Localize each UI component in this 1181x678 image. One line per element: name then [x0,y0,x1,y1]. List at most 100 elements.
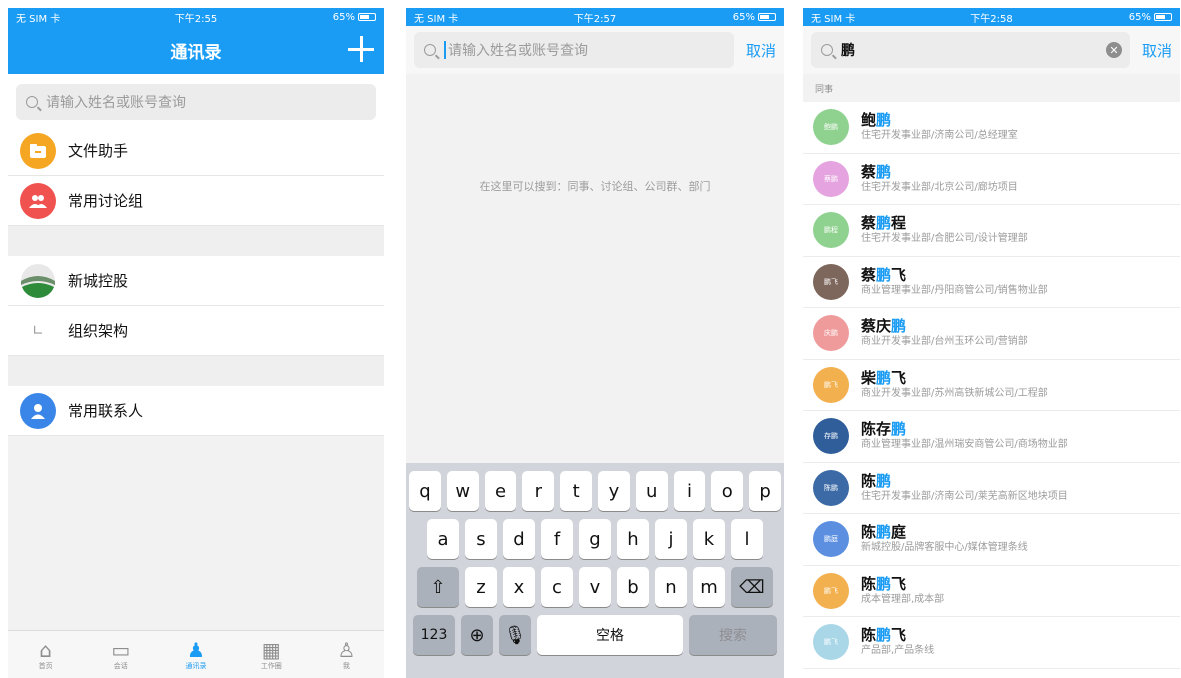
key-t[interactable]: t [560,471,592,511]
name-prefix: 蔡 [861,265,877,284]
result-row[interactable]: 庆鹏 蔡庆鹏 商业开发事业部/台州玉环公司/营销部 [803,308,1180,360]
list-item-discussion-groups[interactable]: 常用讨论组 [8,176,384,226]
time-label: 下午2:58 [970,13,1013,25]
result-row[interactable]: 陈鹏 陈鹏 住宅开发事业部/济南公司/莱芜高新区地块项目 [803,463,1180,514]
key-o[interactable]: o [711,471,744,511]
text-cursor [444,41,446,59]
key-s[interactable]: s [465,519,497,559]
result-row[interactable]: 蔡鹏 蔡鹏 住宅开发事业部/北京公司/廊坊项目 [803,154,1180,205]
result-row[interactable]: 鹏飞 陈鹏飞 成本管理部,成本部 [803,566,1180,617]
name-suffix: 飞 [891,626,907,645]
result-text: 陈鹏 住宅开发事业部/济南公司/莱芜高新区地块项目 [861,472,1068,504]
search-input[interactable]: 鹏 ✕ [811,32,1130,68]
results-screen: 无 SIM 卡 下午2:58 65% 鹏 ✕ 取消 同事 鲍鹏 鲍鹏 住宅开发事业部… [803,8,1180,678]
result-text: 蔡庆鹏 商业开发事业部/台州玉环公司/营销部 [861,317,1028,349]
key-a[interactable]: a [427,519,459,559]
key-b[interactable]: b [617,567,649,607]
results-list: 鲍鹏 鲍鹏 住宅开发事业部/济南公司/总经理室 蔡鹏 蔡鹏 住宅开发事业部/北京公司/廊坊… [803,102,1180,669]
list-item-file-helper[interactable]: 文件助手 [8,126,384,176]
result-department: 成本管理部,成本部 [861,593,945,605]
name-prefix: 陈 [861,523,877,542]
key-f[interactable]: f [541,519,573,559]
key-z[interactable]: z [465,567,497,607]
keyboard-row: asdfghjkl [406,519,784,559]
person-icon [20,392,56,429]
keyboard: qwertyuiop asdfghjkl ⇧ zxcvbnm ⌫ 123 ⊕ 🎙… [406,463,784,678]
contacts-icon: ♟ [187,637,205,662]
keyboard-letters: zxcvbnm [462,567,728,607]
tab-chat[interactable]: ▭ 会话 [83,631,158,678]
result-name: 蔡鹏程 [861,214,1028,232]
cancel-button[interactable]: 取消 [746,40,776,61]
key-h[interactable]: h [617,519,649,559]
search-screen: 无 SIM 卡 下午2:57 65% 请输入姓名或账号查询 取消 在这里可以搜到… [406,8,784,678]
avatar: 鲍鹏 [813,109,849,146]
key-r[interactable]: r [522,471,555,511]
result-department: 商业开发事业部/苏州高铁新城公司/工程部 [861,387,1048,399]
search-icon [26,96,38,108]
search-icon [424,44,436,56]
tab-me[interactable]: ♙ 我 [309,631,384,678]
key-n[interactable]: n [655,567,687,607]
status-bar: 无 SIM 卡 下午2:58 65% [803,8,1180,26]
key-p[interactable]: p [749,471,781,511]
result-row[interactable]: 存鹏 陈存鹏 商业管理事业部/温州瑞安商管公司/商场物业部 [803,411,1180,463]
result-row[interactable]: 鹏飞 陈鹏飞 产品部,产品条线 [803,617,1180,669]
tab-home[interactable]: ⌂ 首页 [8,631,83,678]
space-key[interactable]: 空格 [537,615,683,655]
result-name: 陈鹏 [861,472,1068,490]
key-j[interactable]: j [655,519,687,559]
result-row[interactable]: 鹏庭 陈鹏庭 新城控股/品牌客服中心/媒体管理条线 [803,514,1180,566]
result-name: 鲍鹏 [861,111,1018,129]
key-d[interactable]: d [503,519,535,559]
key-k[interactable]: k [693,519,725,559]
result-row[interactable]: 鹏飞 柴鹏飞 商业开发事业部/苏州高铁新城公司/工程部 [803,360,1180,411]
key-e[interactable]: e [484,471,517,511]
company-logo-icon [20,262,56,299]
backspace-icon[interactable]: ⌫ [731,567,773,607]
list-item-label: 新城控股 [68,272,129,290]
result-row[interactable]: 鲍鹏 鲍鹏 住宅开发事业部/济南公司/总经理室 [803,102,1180,154]
cancel-button[interactable]: 取消 [1142,40,1172,61]
list-item-frequent-contacts[interactable]: 常用联系人 [8,386,384,436]
search-input[interactable]: 请输入姓名或账号查询 [414,32,734,68]
key-i[interactable]: i [673,471,706,511]
tab-bar: ⌂ 首页 ▭ 会话 ♟ 通讯录 ▦ 工作圈 ♙ 我 [8,630,384,678]
name-suffix: 飞 [891,265,907,284]
key-c[interactable]: c [541,567,573,607]
search-key[interactable]: 搜索 [689,615,777,655]
key-x[interactable]: x [503,567,535,607]
list-item-org-structure[interactable]: ∟ 组织架构 [8,306,384,356]
key-l[interactable]: l [731,519,763,559]
list-item-company[interactable]: 新城控股 [8,256,384,306]
key-u[interactable]: u [635,471,668,511]
result-row[interactable]: 鹏程 蔡鹏程 住宅开发事业部/合肥公司/设计管理部 [803,205,1180,257]
carrier-label: 无 SIM 卡 [414,13,459,25]
name-highlight: 鹏 [876,162,892,181]
nav-bar: 通讯录 [8,26,384,74]
plus-icon[interactable] [346,34,376,64]
tab-contacts[interactable]: ♟ 通讯录 [158,631,233,678]
microphone-icon[interactable]: 🎙 [499,615,531,655]
shift-icon[interactable]: ⇧ [417,567,459,607]
tab-workspace[interactable]: ▦ 工作圈 [234,631,309,678]
result-text: 蔡鹏程 住宅开发事业部/合肥公司/设计管理部 [861,214,1028,246]
key-v[interactable]: v [579,567,611,607]
search-placeholder: 请输入姓名或账号查询 [448,43,588,59]
key-g[interactable]: g [579,519,611,559]
key-m[interactable]: m [693,567,725,607]
globe-icon[interactable]: ⊕ [461,615,493,655]
list-item-label: 文件助手 [68,142,129,160]
name-prefix: 陈 [861,626,877,645]
result-text: 陈鹏飞 产品部,产品条线 [861,626,934,658]
search-bar: 请输入姓名或账号查询 [8,74,384,126]
result-department: 住宅开发事业部/合肥公司/设计管理部 [861,233,1028,245]
key-y[interactable]: y [598,471,630,511]
avatar: 庆鹏 [813,315,849,352]
clear-icon[interactable]: ✕ [1105,42,1122,58]
result-row[interactable]: 鹏飞 蔡鹏飞 商业管理事业部/丹阳商管公司/销售物业部 [803,257,1180,308]
numbers-key[interactable]: 123 [413,615,455,655]
key-w[interactable]: w [446,471,479,511]
search-input[interactable]: 请输入姓名或账号查询 [16,84,376,120]
key-q[interactable]: q [409,471,441,511]
